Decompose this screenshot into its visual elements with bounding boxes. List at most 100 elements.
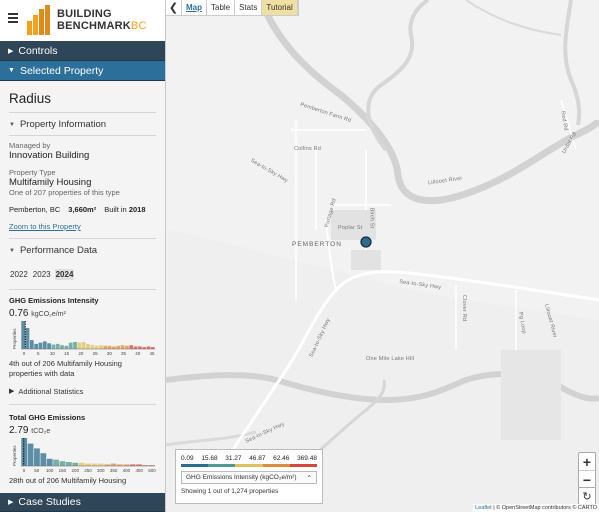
selected-property-toggle[interactable]: ▼ Selected Property <box>0 61 165 81</box>
total-ghg-value: 2.79 tCO₂e <box>9 425 51 436</box>
histogram-bar <box>138 346 142 349</box>
histogram-bar <box>86 343 90 349</box>
metric-select[interactable]: GHG Emissions Intensity (kgCO₂e/m²) ⌃ <box>181 471 317 484</box>
type-count: One of 207 properties of this type <box>9 188 120 197</box>
managed-by-label: Managed by <box>9 141 51 150</box>
ghg-intensity-title: GHG Emissions Intensity <box>9 296 99 305</box>
histogram-bar <box>55 343 60 349</box>
histogram-bar <box>38 342 43 349</box>
floor-area: 3,660m² <box>68 205 97 214</box>
legend-color-bar <box>181 464 318 467</box>
histogram-bar <box>81 342 86 349</box>
x-tick-label: 35 <box>121 351 127 356</box>
histogram-bar <box>73 342 77 349</box>
histogram-bar <box>91 463 98 466</box>
x-tick-label: 45 <box>149 351 155 356</box>
year-2023[interactable]: 2023 <box>32 269 52 280</box>
histogram-bar <box>133 346 138 349</box>
histogram-bar <box>65 462 72 466</box>
x-tick-label: 40 <box>135 351 141 356</box>
ghg-intensity-histogram: Properties 0 5 10 15 20 25 30 35 40 45 <box>12 321 155 356</box>
histogram-bar <box>142 347 147 349</box>
map-panel[interactable]: Pemberton Farm Rd Collins Rd Portage Rd … <box>166 0 599 512</box>
histogram-bar <box>60 345 64 349</box>
controls-section-toggle[interactable]: ▶ Controls <box>0 41 165 61</box>
tab-map[interactable]: Map <box>182 0 207 15</box>
location-row: Pemberton, BC 3,660m² Built in 2018 <box>9 205 156 214</box>
histogram-bar <box>42 341 47 349</box>
case-studies-toggle[interactable]: ▶ Case Studies <box>0 493 165 512</box>
legend-swatch <box>289 464 318 467</box>
histogram-bar <box>90 345 95 349</box>
brand-title-line1: BUILDING <box>57 8 112 20</box>
histogram-bar <box>21 321 26 349</box>
total-ghg-histogram: Properties 0 50 100 150 200 250 300 350 400 450 500 <box>12 438 156 473</box>
tab-table[interactable]: Table <box>207 0 236 15</box>
x-tick-label: 300 <box>97 468 105 473</box>
caret-right-icon: ▶ <box>8 47 14 55</box>
total-ghg-rank: 28th out of 206 Multifamily Housing <box>9 476 127 485</box>
histogram-bar <box>78 462 85 466</box>
reset-view-button[interactable]: ↻ <box>578 487 596 505</box>
histogram-bar <box>34 343 38 349</box>
x-tick-label: 20 <box>78 351 84 356</box>
year-2024[interactable]: 2024 <box>54 269 75 280</box>
map-legend: 0.09 15.68 31.27 46.87 62.46 369.48 GHG … <box>175 449 323 504</box>
legend-swatch <box>208 464 236 467</box>
brand-header: BUILDING BENCHMARKBC <box>0 0 165 41</box>
attribution-text: | © OpenStreetMap contributors © CARTO <box>491 505 597 511</box>
legend-threshold: 369.48 <box>297 455 317 462</box>
histogram-bar <box>150 347 155 349</box>
legend-thresholds: 0.09 15.68 31.27 46.87 62.46 369.48 <box>181 455 317 462</box>
zoom-in-button[interactable]: + <box>579 453 595 471</box>
chevron-up-icon: ⌃ <box>306 474 312 482</box>
label-birch-st: Birch St <box>368 207 375 229</box>
x-tick-label: 400 <box>123 468 131 473</box>
property-count: Showing 1 out of 1,274 properties <box>181 488 279 495</box>
y-axis-label: Properties <box>12 328 17 349</box>
property-marker[interactable] <box>360 236 372 248</box>
x-tick-label: 50 <box>34 468 40 473</box>
property-name: Radius <box>9 81 156 113</box>
tab-tutorial[interactable]: Tutorial <box>262 0 298 15</box>
x-tick-label: 250 <box>84 468 92 473</box>
additional-statistics-label: Additional Statistics <box>18 387 84 396</box>
view-tabs: ❮ Map Table Stats Tutorial <box>166 0 299 16</box>
histogram-bar <box>103 345 108 349</box>
legend-swatch <box>181 464 209 467</box>
performance-data-label: Performance Data <box>19 245 98 256</box>
legend-threshold: 15.68 <box>201 455 218 462</box>
property-info-label: Property Information <box>19 119 107 130</box>
sidebar: BUILDING BENCHMARKBC ▶ Controls ▼ Select… <box>0 0 166 512</box>
ghg-intensity-value: 0.76 kgCO₂e/m² <box>9 308 66 319</box>
brand-title-line2: BENCHMARKBC <box>57 20 147 32</box>
tab-stats[interactable]: Stats <box>235 0 263 15</box>
caret-down-icon: ▼ <box>9 247 15 254</box>
x-tick-label: 150 <box>59 468 67 473</box>
legend-swatch <box>262 464 290 467</box>
performance-data-toggle[interactable]: ▼ Performance Data <box>9 239 156 261</box>
histogram-bar <box>47 343 51 349</box>
logo-icon <box>27 5 53 35</box>
histogram-bar <box>53 459 59 466</box>
menu-icon[interactable] <box>8 13 18 23</box>
caret-down-icon: ▼ <box>9 121 15 128</box>
legend-swatch <box>235 464 263 467</box>
caret-right-icon: ▶ <box>9 388 15 395</box>
leaflet-link[interactable]: Leaflet <box>475 505 492 511</box>
basemap[interactable] <box>166 0 599 512</box>
location: Pemberton, BC <box>9 205 61 214</box>
property-info-toggle[interactable]: ▼ Property Information <box>9 113 156 136</box>
histogram-bar <box>64 345 69 349</box>
chevron-left-icon[interactable]: ❮ <box>166 0 182 15</box>
x-tick-label: 500 <box>148 468 156 473</box>
additional-statistics-toggle[interactable]: ▶ Additional Statistics <box>9 387 156 396</box>
zoom-to-property-link[interactable]: Zoom to this Property <box>9 222 156 231</box>
histogram-bar <box>120 345 125 349</box>
x-tick-label: 200 <box>71 468 79 473</box>
year-2022[interactable]: 2022 <box>9 269 29 280</box>
histogram-bar <box>27 443 34 466</box>
histogram-bar <box>46 458 53 466</box>
histogram-bar <box>85 463 91 466</box>
year-selector: 2022 2023 2024 <box>9 269 156 280</box>
